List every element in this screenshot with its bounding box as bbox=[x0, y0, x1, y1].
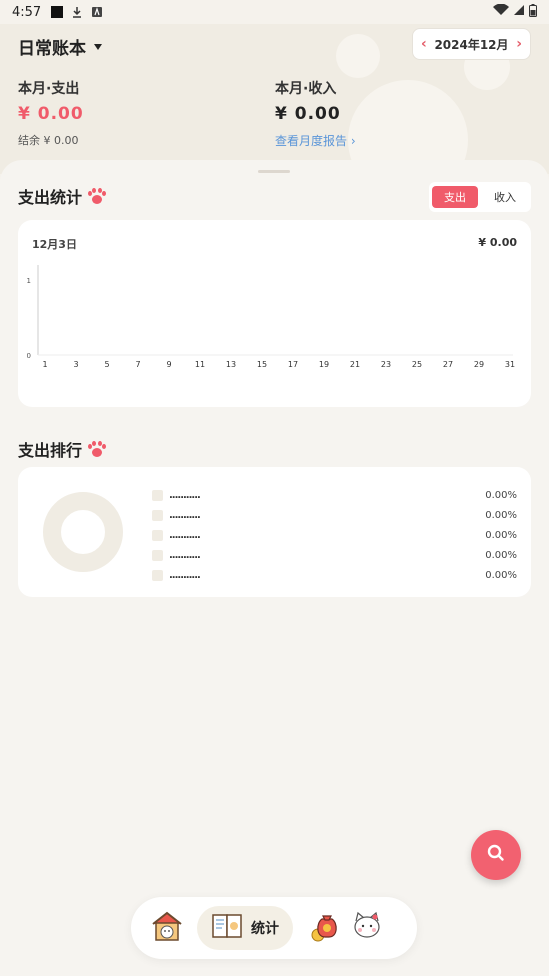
header: 日常账本 ‹ 2024年12月 › 本月·支出 ¥ 0.00 结余 ¥ 0.00… bbox=[0, 24, 549, 174]
chart-date: 12月3日 bbox=[32, 238, 77, 251]
x-tick-label: 1 bbox=[42, 360, 47, 369]
x-tick-label: 29 bbox=[474, 360, 484, 369]
legend-swatch bbox=[152, 509, 163, 521]
prev-month-icon[interactable]: ‹ bbox=[421, 36, 427, 52]
x-tick-label: 5 bbox=[104, 360, 109, 369]
app-icon bbox=[91, 6, 103, 18]
toggle-income[interactable]: 收入 bbox=[482, 186, 528, 208]
tab-home[interactable] bbox=[145, 906, 189, 950]
stats-title: 支出统计 bbox=[18, 188, 83, 207]
tab-stats[interactable]: 统计 bbox=[197, 906, 293, 950]
book-icon bbox=[211, 911, 245, 945]
ranking-title: 支出排行 bbox=[18, 441, 83, 460]
ranking-donut-chart bbox=[43, 492, 123, 572]
sheet-grabber[interactable] bbox=[258, 170, 290, 173]
money-bag-icon bbox=[306, 909, 340, 947]
caret-down-icon bbox=[94, 43, 102, 50]
x-tick-label: 3 bbox=[73, 360, 78, 369]
x-tick-label: 7 bbox=[135, 360, 140, 369]
status-time: 4:57 bbox=[12, 4, 42, 20]
ranking-section-title: 支出排行 bbox=[18, 437, 107, 461]
expense-income-toggle: 支出 收入 bbox=[429, 182, 531, 212]
content-sheet: 支出统计 支出 收入 12月3日 ¥ 0.00 0 1 1 3 5 7 9 11 13 15 17 1… bbox=[0, 160, 549, 976]
wifi-icon bbox=[493, 3, 509, 20]
category-percent: 0.00% bbox=[485, 529, 517, 541]
x-tick-label: 27 bbox=[443, 360, 453, 369]
category-percent: 0.00% bbox=[485, 549, 517, 561]
ranking-card: ........... 0.00% ........... 0.00% ....… bbox=[18, 467, 531, 597]
book-selector[interactable]: 日常账本 bbox=[18, 34, 102, 59]
y-tick-label: 0 bbox=[27, 352, 31, 360]
income-label: 本月·收入 bbox=[275, 81, 337, 97]
download-icon bbox=[71, 6, 83, 18]
legend-swatch bbox=[152, 489, 163, 501]
category-percent: 0.00% bbox=[485, 489, 517, 501]
stats-section-title: 支出统计 bbox=[18, 184, 107, 208]
search-button[interactable] bbox=[471, 830, 521, 880]
x-tick-label: 21 bbox=[350, 360, 360, 369]
status-bar: 4:57 bbox=[0, 0, 549, 24]
list-item[interactable]: ........... 0.00% bbox=[152, 485, 517, 505]
month-label: 2024年12月 bbox=[434, 37, 509, 52]
notification-icon bbox=[51, 6, 64, 18]
daily-expense-chart: 011 3 5 7 9 11 13 15 17 19 21 23 25 27 29 31 bbox=[27, 265, 515, 369]
tab-stats-label: 统计 bbox=[251, 921, 279, 937]
tab-profile[interactable] bbox=[345, 906, 389, 950]
x-tick-label: 13 bbox=[226, 360, 236, 369]
book-title: 日常账本 bbox=[18, 39, 86, 59]
decor-bubble bbox=[336, 34, 380, 78]
signal-icon bbox=[513, 4, 525, 20]
list-item[interactable]: ........... 0.00% bbox=[152, 565, 517, 585]
tab-assets[interactable] bbox=[301, 906, 345, 950]
home-cat-icon bbox=[150, 909, 184, 947]
x-tick-label: 31 bbox=[505, 360, 515, 369]
income-amount: ¥ 0.00 bbox=[275, 104, 341, 124]
x-tick-label: 15 bbox=[257, 360, 267, 369]
x-tick-label: 23 bbox=[381, 360, 391, 369]
paw-icon bbox=[88, 188, 107, 204]
next-month-icon[interactable]: › bbox=[516, 36, 522, 52]
list-item[interactable]: ........... 0.00% bbox=[152, 505, 517, 525]
x-tick-label: 11 bbox=[195, 360, 205, 369]
list-item[interactable]: ........... 0.00% bbox=[152, 525, 517, 545]
expense-amount: ¥ 0.00 bbox=[18, 104, 84, 124]
category-name: ........... bbox=[169, 569, 201, 581]
battery-icon bbox=[529, 3, 537, 21]
chart-total: ¥ 0.00 bbox=[478, 236, 517, 249]
expense-label: 本月·支出 bbox=[18, 81, 80, 97]
toggle-expense[interactable]: 支出 bbox=[432, 186, 478, 208]
list-item[interactable]: ........... 0.00% bbox=[152, 545, 517, 565]
x-tick-label: 17 bbox=[288, 360, 298, 369]
balance-text: 结余 ¥ 0.00 bbox=[18, 134, 79, 147]
ranking-legend: ........... 0.00% ........... 0.00% ....… bbox=[152, 485, 517, 585]
x-tick-label: 25 bbox=[412, 360, 422, 369]
income-summary: 本月·收入 ¥ 0.00 查看月度报告 › bbox=[275, 78, 356, 149]
legend-swatch bbox=[152, 529, 163, 541]
category-name: ........... bbox=[169, 489, 201, 501]
search-icon bbox=[486, 843, 506, 867]
month-picker: ‹ 2024年12月 › bbox=[412, 28, 531, 60]
monthly-report-link[interactable]: 查看月度报告 › bbox=[275, 132, 356, 149]
category-name: ........... bbox=[169, 549, 201, 561]
category-name: ........... bbox=[169, 529, 201, 541]
category-name: ........... bbox=[169, 509, 201, 521]
x-tick-label: 19 bbox=[319, 360, 329, 369]
x-tick-label: 9 bbox=[166, 360, 171, 369]
legend-swatch bbox=[152, 569, 163, 581]
paw-icon bbox=[88, 441, 107, 457]
category-percent: 0.00% bbox=[485, 569, 517, 581]
daily-chart-card: 12月3日 ¥ 0.00 0 1 1 3 5 7 9 11 13 15 17 19 21 23 25 27 29… bbox=[18, 220, 531, 407]
category-percent: 0.00% bbox=[485, 509, 517, 521]
expense-summary: 本月·支出 ¥ 0.00 结余 ¥ 0.00 bbox=[18, 78, 84, 148]
y-tick-label: 1 bbox=[27, 277, 31, 285]
cat-profile-icon bbox=[350, 909, 384, 947]
bottom-tab-bar: 统计 bbox=[131, 897, 417, 959]
legend-swatch bbox=[152, 549, 163, 561]
